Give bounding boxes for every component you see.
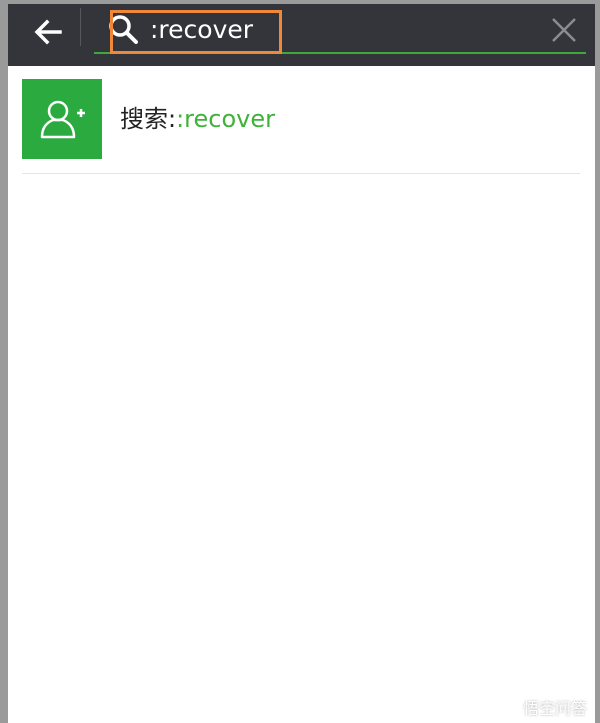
add-person-icon bbox=[22, 79, 102, 159]
list-divider bbox=[22, 173, 580, 174]
clear-search-button[interactable] bbox=[544, 10, 584, 50]
search-bar bbox=[8, 4, 595, 66]
search-icon bbox=[106, 12, 140, 46]
search-result-label: 搜索::recover bbox=[120, 102, 275, 136]
result-query: :recover bbox=[176, 105, 275, 133]
cropped-bottom-text bbox=[128, 712, 508, 723]
back-button[interactable] bbox=[18, 8, 78, 56]
search-result-item[interactable]: 搜索::recover bbox=[8, 66, 595, 174]
watermark-text: 悟空问答 bbox=[522, 699, 587, 718]
speech-bubble-icon bbox=[501, 700, 517, 716]
app-frame: 搜索::recover 悟空问答 bbox=[0, 0, 600, 723]
result-prefix: 搜索: bbox=[120, 105, 177, 133]
search-input[interactable] bbox=[150, 8, 530, 52]
close-icon bbox=[552, 18, 576, 42]
search-input-underline bbox=[94, 52, 586, 54]
topbar-divider bbox=[80, 8, 81, 46]
watermark: 悟空问答 bbox=[499, 695, 587, 719]
back-arrow-icon bbox=[34, 19, 62, 45]
